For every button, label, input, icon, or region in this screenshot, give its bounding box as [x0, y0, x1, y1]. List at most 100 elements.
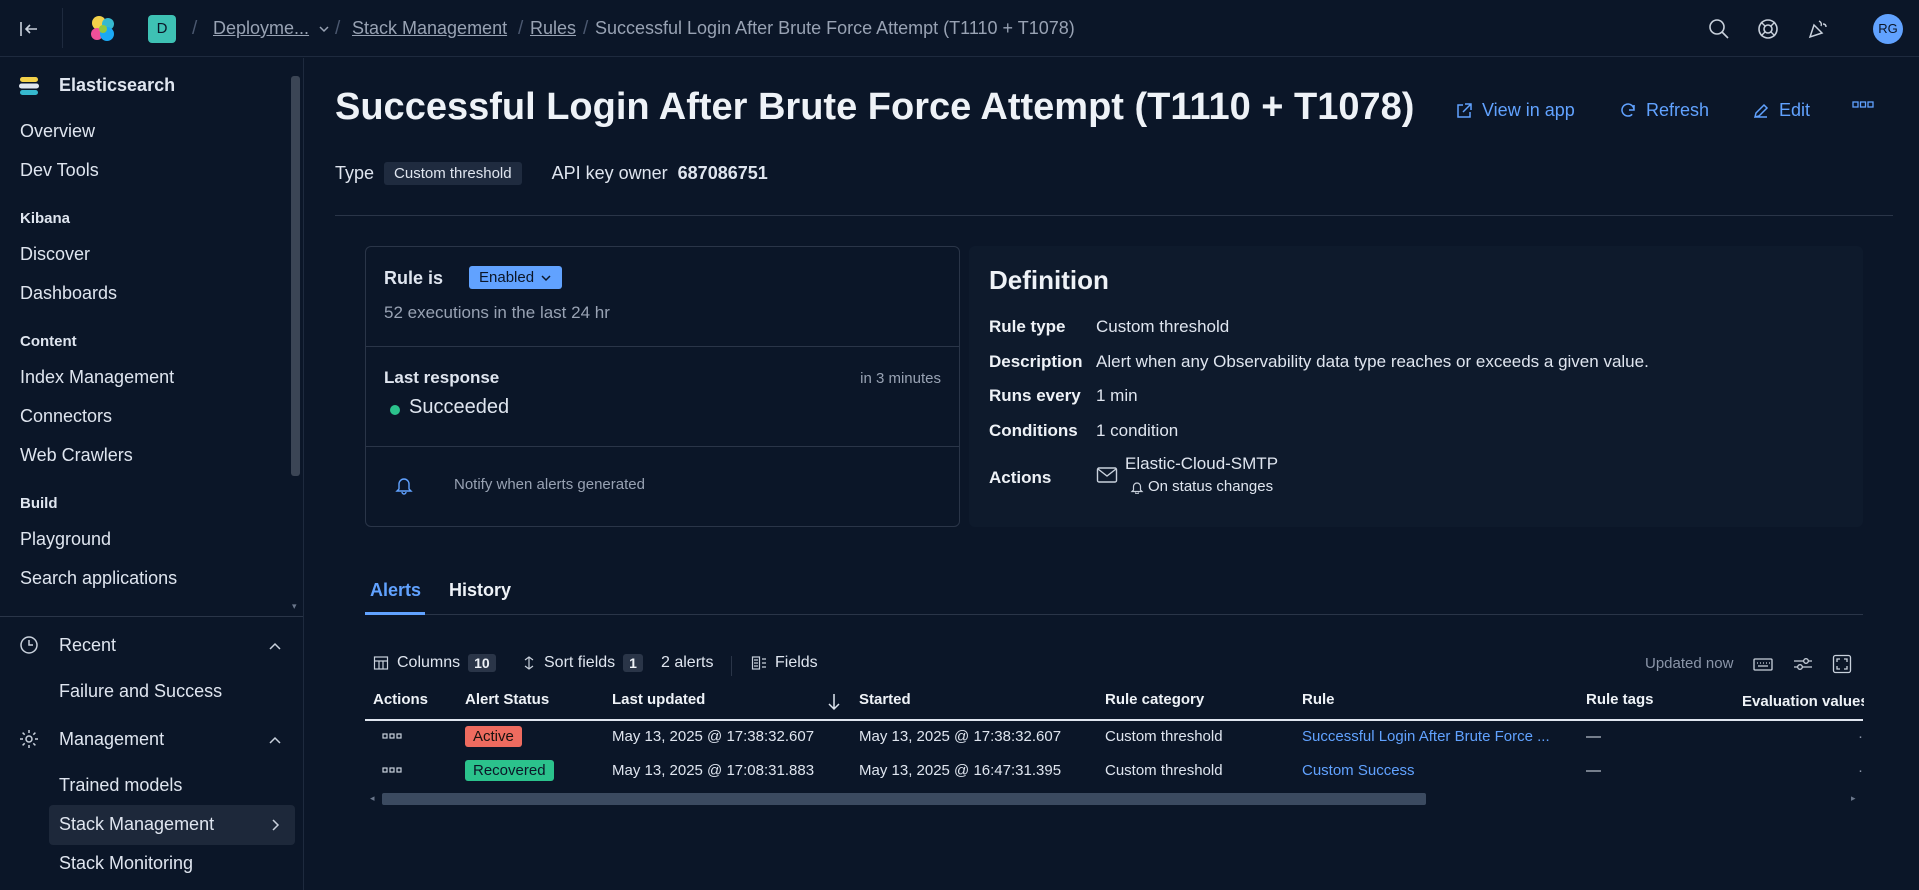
breadcrumb-deployment-label[interactable]: Deployme...	[213, 18, 309, 39]
row-actions-icon[interactable]	[382, 733, 402, 741]
panel-divider	[366, 346, 959, 347]
column-header-actions[interactable]: Actions	[373, 691, 428, 708]
more-icon	[1852, 101, 1874, 108]
chevron-up-icon[interactable]	[268, 734, 282, 746]
actions-label: Actions	[989, 468, 1052, 487]
table-row: Recovered	[465, 760, 554, 781]
row-actions-icon[interactable]	[382, 767, 402, 775]
sidebar-item-stack-management[interactable]: Stack Management	[49, 805, 295, 845]
pencil-icon	[1753, 103, 1769, 118]
evaluation-value-cell: ·	[1858, 728, 1863, 745]
space-avatar[interactable]: D	[148, 0, 176, 57]
collapse-nav-icon[interactable]	[18, 0, 40, 57]
type-badge: Custom threshold	[384, 162, 522, 185]
conditions-value[interactable]: 1 condition	[1096, 421, 1178, 441]
sidebar-item-playground[interactable]: Playground	[20, 529, 111, 550]
sidebar-item-overview[interactable]: Overview	[20, 121, 95, 142]
edit-label: Edit	[1779, 100, 1811, 120]
column-header-evaluation-values[interactable]: Evaluation values	[1742, 693, 1864, 710]
chevron-up-icon[interactable]	[268, 640, 282, 652]
edit-button[interactable]: Edit	[1752, 100, 1810, 121]
sidebar-heading-content: Content	[20, 333, 77, 350]
refresh-icon	[1621, 102, 1635, 117]
keyboard-icon[interactable]	[1753, 656, 1773, 672]
rule-status-panel: Rule is Enabled 52 executions in the las…	[365, 246, 960, 527]
sidebar-item-index-management[interactable]: Index Management	[20, 367, 174, 388]
panel-divider	[366, 446, 959, 447]
horizontal-scrollbar[interactable]	[382, 793, 1426, 805]
news-feed-icon[interactable]	[1807, 0, 1829, 57]
gear-icon	[19, 729, 39, 749]
column-header-rule-tags[interactable]: Rule tags	[1586, 691, 1654, 708]
help-icon[interactable]	[1757, 0, 1779, 57]
type-label: Type	[335, 163, 375, 183]
sort-descending-icon[interactable]	[827, 692, 841, 712]
tab-alerts[interactable]: Alerts	[370, 580, 421, 601]
column-header-evaluation-values-wrap: Evaluation values	[1742, 691, 1864, 711]
last-response-label: Last response	[384, 368, 500, 387]
rule-link[interactable]: Custom Success	[1302, 762, 1415, 779]
sidebar-recent-failure-and-success[interactable]: Failure and Success	[59, 681, 222, 702]
sidebar-recent[interactable]: Recent	[59, 635, 116, 656]
user-avatar[interactable]: RG	[1873, 0, 1903, 57]
rule-link[interactable]: Successful Login After Brute Force ...	[1302, 728, 1550, 745]
fields-icon	[751, 656, 766, 670]
sidebar-item-dashboards[interactable]: Dashboards	[20, 283, 117, 304]
column-header-alert-status[interactable]: Alert Status	[465, 691, 549, 708]
enabled-dropdown[interactable]: Enabled	[469, 266, 563, 289]
rule-is-label: Rule is	[384, 268, 444, 288]
conditions-label: Conditions	[989, 421, 1078, 440]
tab-history[interactable]: History	[449, 580, 511, 601]
clock-icon	[19, 635, 39, 655]
scroll-down-icon[interactable]: ▾	[292, 601, 297, 612]
column-header-rule[interactable]: Rule	[1302, 691, 1335, 708]
fullscreen-icon[interactable]	[1832, 654, 1852, 674]
chevron-down-icon[interactable]	[317, 22, 331, 36]
sort-icon	[524, 656, 534, 670]
sidebar-item-connectors[interactable]: Connectors	[20, 406, 112, 427]
column-header-rule-category[interactable]: Rule category	[1105, 691, 1204, 708]
view-in-app-button[interactable]: View in app	[1455, 100, 1575, 121]
breadcrumb-stack-management[interactable]: Stack Management	[352, 18, 507, 39]
sidebar-app-title[interactable]: Elasticsearch	[59, 75, 175, 96]
page-title: Successful Login After Brute Force Attem…	[335, 86, 1415, 128]
next-run-text: in 3 minutes	[860, 370, 941, 387]
scroll-left-icon[interactable]: ◂	[370, 793, 375, 804]
bell-icon[interactable]	[394, 475, 414, 495]
fields-button[interactable]: Fields	[751, 654, 818, 672]
breadcrumb-rules[interactable]: Rules	[530, 18, 576, 39]
sidebar-item-stack-monitoring[interactable]: Stack Monitoring	[59, 853, 193, 874]
action-frequency-label: On status changes	[1148, 478, 1274, 495]
scroll-right-icon[interactable]: ▸	[1851, 793, 1856, 804]
rule-category-cell: Custom threshold	[1105, 728, 1223, 745]
rule-type-value: Custom threshold	[1096, 317, 1230, 336]
description-value: Alert when any Observability data type r…	[1096, 352, 1649, 371]
breadcrumb-separator: /	[192, 17, 198, 39]
search-icon[interactable]	[1708, 0, 1730, 57]
sidebar-management[interactable]: Management	[59, 729, 164, 750]
table-icon	[373, 656, 389, 670]
refresh-button[interactable]: Refresh	[1619, 100, 1709, 121]
rule-category-cell: Custom threshold	[1105, 762, 1223, 779]
sidebar-item-trained-models[interactable]: Trained models	[59, 775, 182, 796]
column-header-last-updated[interactable]: Last updated	[612, 691, 705, 708]
column-header-started[interactable]: Started	[859, 691, 911, 708]
columns-button[interactable]: Columns 10	[373, 654, 496, 672]
status-badge: Active	[465, 726, 522, 747]
notify-text[interactable]: Notify when alerts generated	[454, 476, 645, 493]
avatar-initials: RG	[1873, 13, 1903, 44]
description-label: Description	[989, 352, 1083, 371]
sort-fields-button[interactable]: Sort fields 1	[522, 654, 643, 672]
display-settings-icon[interactable]	[1793, 656, 1813, 672]
sidebar-item-web-crawlers[interactable]: Web Crawlers	[20, 445, 133, 466]
more-actions-button[interactable]	[1852, 100, 1874, 110]
breadcrumb-deployment[interactable]: Deployme...	[213, 0, 331, 57]
sidebar-item-discover[interactable]: Discover	[20, 244, 90, 265]
definition-panel: Definition Rule type Custom threshold De…	[969, 246, 1863, 527]
elastic-logo-icon[interactable]	[87, 0, 119, 57]
bell-icon	[1130, 481, 1144, 494]
sidebar-item-search-applications[interactable]: Search applications	[20, 568, 177, 589]
sidebar-item-dev-tools[interactable]: Dev Tools	[20, 160, 99, 181]
sidebar-scrollbar[interactable]	[291, 76, 300, 476]
sidebar-heading-kibana: Kibana	[20, 210, 71, 227]
